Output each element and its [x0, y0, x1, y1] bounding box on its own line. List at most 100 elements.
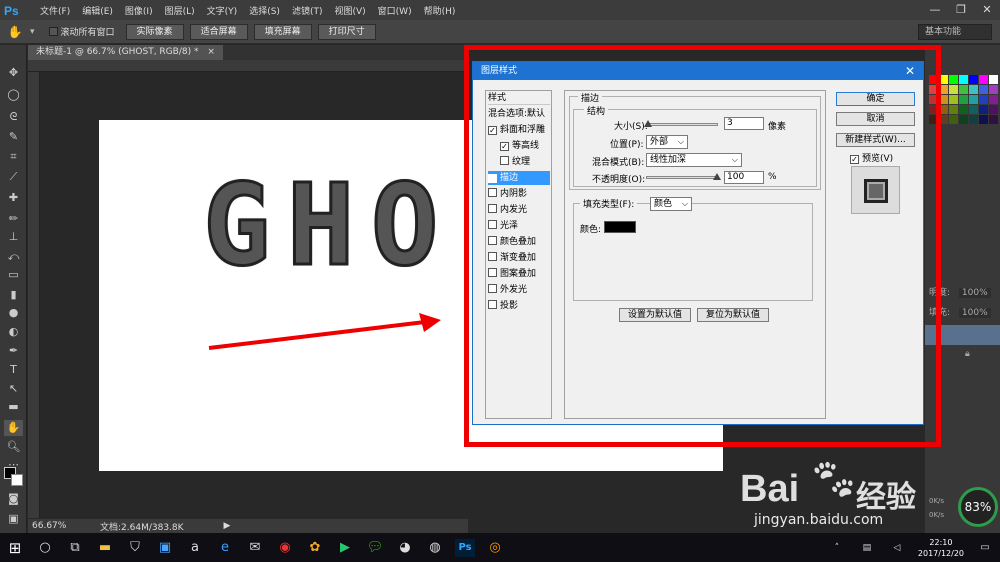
store-icon[interactable]: ⛉ [125, 539, 145, 557]
close-icon[interactable]: ✕ [974, 0, 1000, 20]
menu-item[interactable]: 文字(Y) [201, 4, 244, 17]
tray-expand-icon[interactable]: ˄ [827, 539, 847, 557]
browser-icon[interactable]: ◍ [425, 539, 445, 557]
mail-icon[interactable]: ✉ [245, 539, 265, 557]
color-swatch[interactable] [969, 95, 978, 104]
color-swatch[interactable] [959, 115, 968, 124]
color-swatch[interactable] [979, 115, 988, 124]
quick-select-tool-icon[interactable]: ✎ [4, 129, 23, 145]
color-swatch[interactable] [979, 75, 988, 84]
color-swatch[interactable] [949, 85, 958, 94]
crop-tool-icon[interactable]: ⌗ [4, 149, 23, 165]
color-swatch[interactable] [969, 105, 978, 114]
photoshop-logo: Ps [4, 3, 19, 18]
menu-item[interactable]: 帮助(H) [418, 4, 462, 17]
file-explorer-icon[interactable]: ▬ [95, 539, 115, 557]
color-swatch[interactable] [989, 75, 998, 84]
actual-pixels-button[interactable]: 实际像素 [125, 23, 184, 40]
zoom-tool-icon[interactable]: 🔍︎ [4, 439, 23, 455]
amazon-icon[interactable]: a [185, 539, 205, 557]
color-swatch[interactable] [969, 115, 978, 124]
menu-item[interactable]: 编辑(E) [76, 4, 119, 17]
lasso-tool-icon[interactable]: ᘓ [4, 109, 23, 125]
color-swatch[interactable] [969, 85, 978, 94]
gradient-tool-icon[interactable]: ▮ [4, 287, 23, 303]
color-swatch[interactable] [949, 95, 958, 104]
volume-icon[interactable]: ◁ [887, 539, 907, 557]
move-tool-icon[interactable]: ✥ [4, 65, 23, 81]
color-swatch[interactable] [979, 95, 988, 104]
menu-item[interactable]: 文件(F) [34, 4, 76, 17]
eraser-tool-icon[interactable]: ▭ [4, 267, 23, 283]
close-tab-icon[interactable]: × [207, 47, 215, 57]
qq-icon[interactable]: ◕ [395, 539, 415, 557]
history-brush-icon[interactable]: ⤺ [4, 249, 23, 265]
brush-tool-icon[interactable]: ✏ [4, 211, 23, 227]
clock[interactable]: 22:10 2017/12/20 [918, 537, 964, 559]
chrome-icon[interactable]: ◎ [485, 539, 505, 557]
windows-start-icon[interactable]: ⊞ [5, 539, 25, 557]
background-color-swatch[interactable] [11, 474, 23, 486]
color-swatch[interactable] [969, 75, 978, 84]
color-swatch[interactable] [959, 105, 968, 114]
shape-tool-icon[interactable]: ▬ [4, 399, 23, 415]
layer-opacity-input[interactable]: 100% [958, 288, 991, 298]
menu-item[interactable]: 窗口(W) [372, 4, 418, 17]
workspace-select[interactable]: 基本功能 [918, 24, 992, 40]
hand-tool-icon[interactable]: ✋ [5, 23, 25, 41]
computer-icon[interactable]: ▣ [155, 539, 175, 557]
stamp-tool-icon[interactable]: ⊥ [4, 229, 23, 245]
document-tab[interactable]: 未标题-1 @ 66.7% (GHOST, RGB/8) * × [28, 45, 223, 60]
color-swatch[interactable] [979, 105, 988, 114]
edge-icon[interactable]: e [215, 539, 235, 557]
menu-item[interactable]: 图像(I) [119, 4, 159, 17]
performance-gauge[interactable]: 83% [958, 487, 998, 527]
wechat-icon[interactable]: 💬︎ [365, 539, 385, 557]
scroll-all-checkbox[interactable] [48, 27, 58, 36]
minimize-icon[interactable]: — [922, 0, 948, 20]
status-menu-chevron-icon[interactable]: ▶ [224, 521, 231, 531]
color-swatch[interactable] [959, 75, 968, 84]
path-select-tool-icon[interactable]: ↖ [4, 381, 23, 397]
netease-music-icon[interactable]: ◉ [275, 539, 295, 557]
color-swatch[interactable] [949, 115, 958, 124]
color-swatch[interactable] [959, 95, 968, 104]
menu-items: 文件(F) 编辑(E) 图像(I) 图层(L) 文字(Y) 选择(S) 滤镜(T) 视图(V)… [34, 4, 461, 17]
fill-screen-button[interactable]: 填充屏幕 [253, 23, 312, 40]
menu-item[interactable]: 滤镜(T) [286, 4, 329, 17]
quick-mask-icon[interactable]: ◙ [4, 491, 23, 507]
fit-screen-button[interactable]: 适合屏幕 [189, 23, 248, 40]
tool-preset-chevron-icon[interactable]: ▾ [30, 27, 35, 37]
color-swatch[interactable] [989, 115, 998, 124]
app-icon[interactable]: ✿ [305, 539, 325, 557]
blur-tool-icon[interactable]: ● [4, 305, 23, 321]
maximize-icon[interactable]: ❐ [948, 0, 974, 20]
eyedropper-tool-icon[interactable]: ⟋ [4, 169, 23, 185]
color-swatch[interactable] [959, 85, 968, 94]
pen-tool-icon[interactable]: ✒ [4, 343, 23, 359]
notification-icon[interactable]: ▭ [975, 539, 995, 557]
search-icon[interactable]: ○ [35, 539, 55, 557]
healing-tool-icon[interactable]: ✚ [4, 190, 23, 206]
color-swatch[interactable] [979, 85, 988, 94]
hand-tool-icon[interactable]: ✋ [4, 420, 23, 436]
menu-item[interactable]: 选择(S) [243, 4, 286, 17]
layer-fill-input[interactable]: 100% [958, 308, 991, 318]
task-view-icon[interactable]: ⧉ [65, 539, 85, 557]
marquee-tool-icon[interactable]: ◯ [4, 87, 23, 103]
color-swatch[interactable] [989, 105, 998, 114]
photoshop-taskbar-icon[interactable]: Ps [455, 538, 475, 557]
dodge-tool-icon[interactable]: ◐ [4, 324, 23, 340]
network-icon[interactable]: ▤ [857, 539, 877, 557]
screen-mode-icon[interactable]: ▣ [4, 511, 23, 527]
print-size-button[interactable]: 打印尺寸 [317, 23, 376, 40]
color-swatch[interactable] [989, 95, 998, 104]
document-tabs: 未标题-1 @ 66.7% (GHOST, RGB/8) * × [28, 45, 468, 60]
menu-item[interactable]: 视图(V) [328, 4, 371, 17]
color-swatch[interactable] [949, 75, 958, 84]
menu-item[interactable]: 图层(L) [159, 4, 201, 17]
color-swatch[interactable] [949, 105, 958, 114]
color-swatch[interactable] [989, 85, 998, 94]
video-player-icon[interactable]: ▶ [335, 539, 355, 557]
type-tool-icon[interactable]: T [4, 362, 23, 378]
